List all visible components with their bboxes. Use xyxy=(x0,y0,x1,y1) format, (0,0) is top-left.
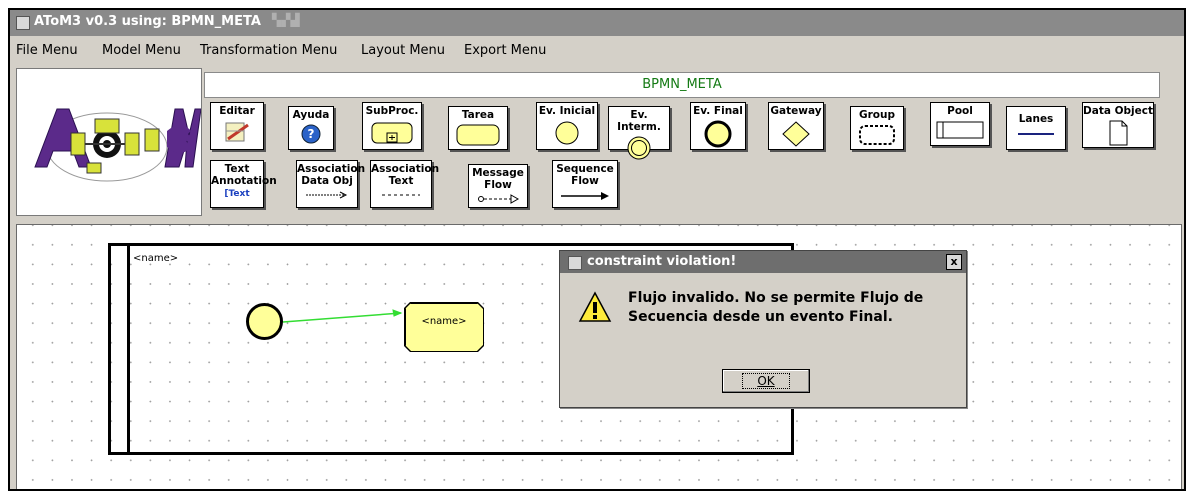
ayuda-label: Ayuda xyxy=(292,109,330,121)
tarea-label: Tarea xyxy=(461,109,495,121)
text-annotation-icon: [Text xyxy=(224,189,250,199)
ayuda-button[interactable]: Ayuda ? xyxy=(288,106,334,150)
dialog-message: Flujo invalido. No se permite Flujo de S… xyxy=(628,290,924,325)
title-decoration-icon: ▚▞▟ xyxy=(272,13,300,27)
ev-inicial-label: Ev. Inicial xyxy=(538,105,596,117)
ev-inicial-button[interactable]: Ev. Inicial xyxy=(536,102,598,150)
menu-layout[interactable]: Layout Menu xyxy=(361,43,445,58)
dialog-menu-icon[interactable] xyxy=(568,256,582,270)
data-object-button[interactable]: Data Object xyxy=(1082,102,1154,148)
lanes-icon xyxy=(1018,133,1054,135)
sequence-flow-label-2: Flow xyxy=(571,175,599,187)
tarea-button[interactable]: Tarea xyxy=(448,106,508,150)
menu-bar: File Menu Model Menu Transformation Menu… xyxy=(10,40,1184,62)
gateway-label: Gateway xyxy=(770,105,822,117)
constraint-violation-dialog: constraint violation! x Flujo invalido. … xyxy=(559,250,967,408)
ev-final-button[interactable]: Ev. Final xyxy=(690,102,746,150)
ok-button[interactable]: OK xyxy=(722,369,810,393)
message-flow-icon xyxy=(478,194,520,204)
pool-button[interactable]: Pool xyxy=(930,102,990,146)
data-object-label: Data Object xyxy=(1083,105,1153,117)
association-data-label-2: Data Obj xyxy=(301,175,353,187)
lanes-button[interactable]: Lanes xyxy=(1006,106,1066,150)
pool-label: Pool xyxy=(947,105,973,117)
task-icon xyxy=(456,124,500,146)
text-annotation-button[interactable]: Text Annotation [Text xyxy=(210,160,277,208)
help-icon: ? xyxy=(301,124,321,144)
window-title: AToM3 v0.3 using: BPMN_META xyxy=(34,14,261,29)
edit-pencil-icon xyxy=(225,122,249,142)
dialog-title: constraint violation! xyxy=(587,254,737,269)
association-text-label-1: Association xyxy=(371,163,440,175)
editar-label: Editar xyxy=(219,105,255,117)
menu-export[interactable]: Export Menu xyxy=(464,43,546,58)
menu-transformation[interactable]: Transformation Menu xyxy=(200,43,337,58)
title-bar[interactable]: AToM3 v0.3 using: BPMN_META ▚▞▟ xyxy=(10,10,1184,36)
sequence-flow-button[interactable]: Sequence Flow xyxy=(552,160,618,208)
start-event-icon xyxy=(555,121,579,145)
group-button[interactable]: Group xyxy=(850,106,904,150)
ev-final-label: Ev. Final xyxy=(693,105,743,117)
dialog-title-bar[interactable]: constraint violation! x xyxy=(560,251,966,273)
gateway-diamond-icon xyxy=(782,121,810,147)
atom3-logo xyxy=(16,68,202,216)
subproc-button[interactable]: SubProc. xyxy=(362,102,422,150)
ev-interm-label: Ev. Interm. xyxy=(617,109,661,133)
message-flow-label-2: Flow xyxy=(484,179,512,191)
warning-icon xyxy=(578,291,612,322)
data-object-icon xyxy=(1109,120,1128,146)
group-icon xyxy=(859,125,895,145)
association-data-label-1: Association xyxy=(297,163,366,175)
dialog-close-button[interactable]: x xyxy=(946,254,962,270)
lanes-label: Lanes xyxy=(1018,113,1054,125)
pool-icon xyxy=(936,121,984,139)
gateway-button[interactable]: Gateway xyxy=(768,102,824,150)
sequence-flow-label-1: Sequence xyxy=(556,163,614,175)
message-flow-label-1: Message xyxy=(472,167,524,179)
svg-text:?: ? xyxy=(308,127,315,141)
ev-interm-button[interactable]: Ev. Interm. xyxy=(608,106,670,160)
association-text-button[interactable]: Association Text xyxy=(370,160,440,208)
ok-label: OK xyxy=(742,373,790,389)
association-text-label-2: Text xyxy=(388,175,414,187)
subprocess-icon xyxy=(371,122,413,144)
menu-model[interactable]: Model Menu xyxy=(102,43,181,58)
model-name-bar: BPMN_META xyxy=(204,72,1160,98)
text-annotation-icon-label: Text xyxy=(228,189,250,199)
sequence-flow-icon xyxy=(561,192,609,200)
editar-button[interactable]: Editar xyxy=(210,102,264,150)
text-annotation-label-1: Text xyxy=(224,163,250,175)
group-label: Group xyxy=(858,109,895,121)
association-line-icon xyxy=(382,194,420,196)
subproc-label: SubProc. xyxy=(365,105,419,117)
window-menu-icon[interactable] xyxy=(16,16,30,30)
intermediate-event-icon xyxy=(627,136,651,160)
end-event-icon xyxy=(704,120,732,148)
message-flow-button[interactable]: Message Flow xyxy=(468,164,528,208)
association-data-obj-button[interactable]: Association Data Obj xyxy=(296,160,366,208)
association-arrow-icon xyxy=(306,191,348,199)
menu-file[interactable]: File Menu xyxy=(16,43,78,58)
text-annotation-label-2: Annotation xyxy=(211,175,277,187)
